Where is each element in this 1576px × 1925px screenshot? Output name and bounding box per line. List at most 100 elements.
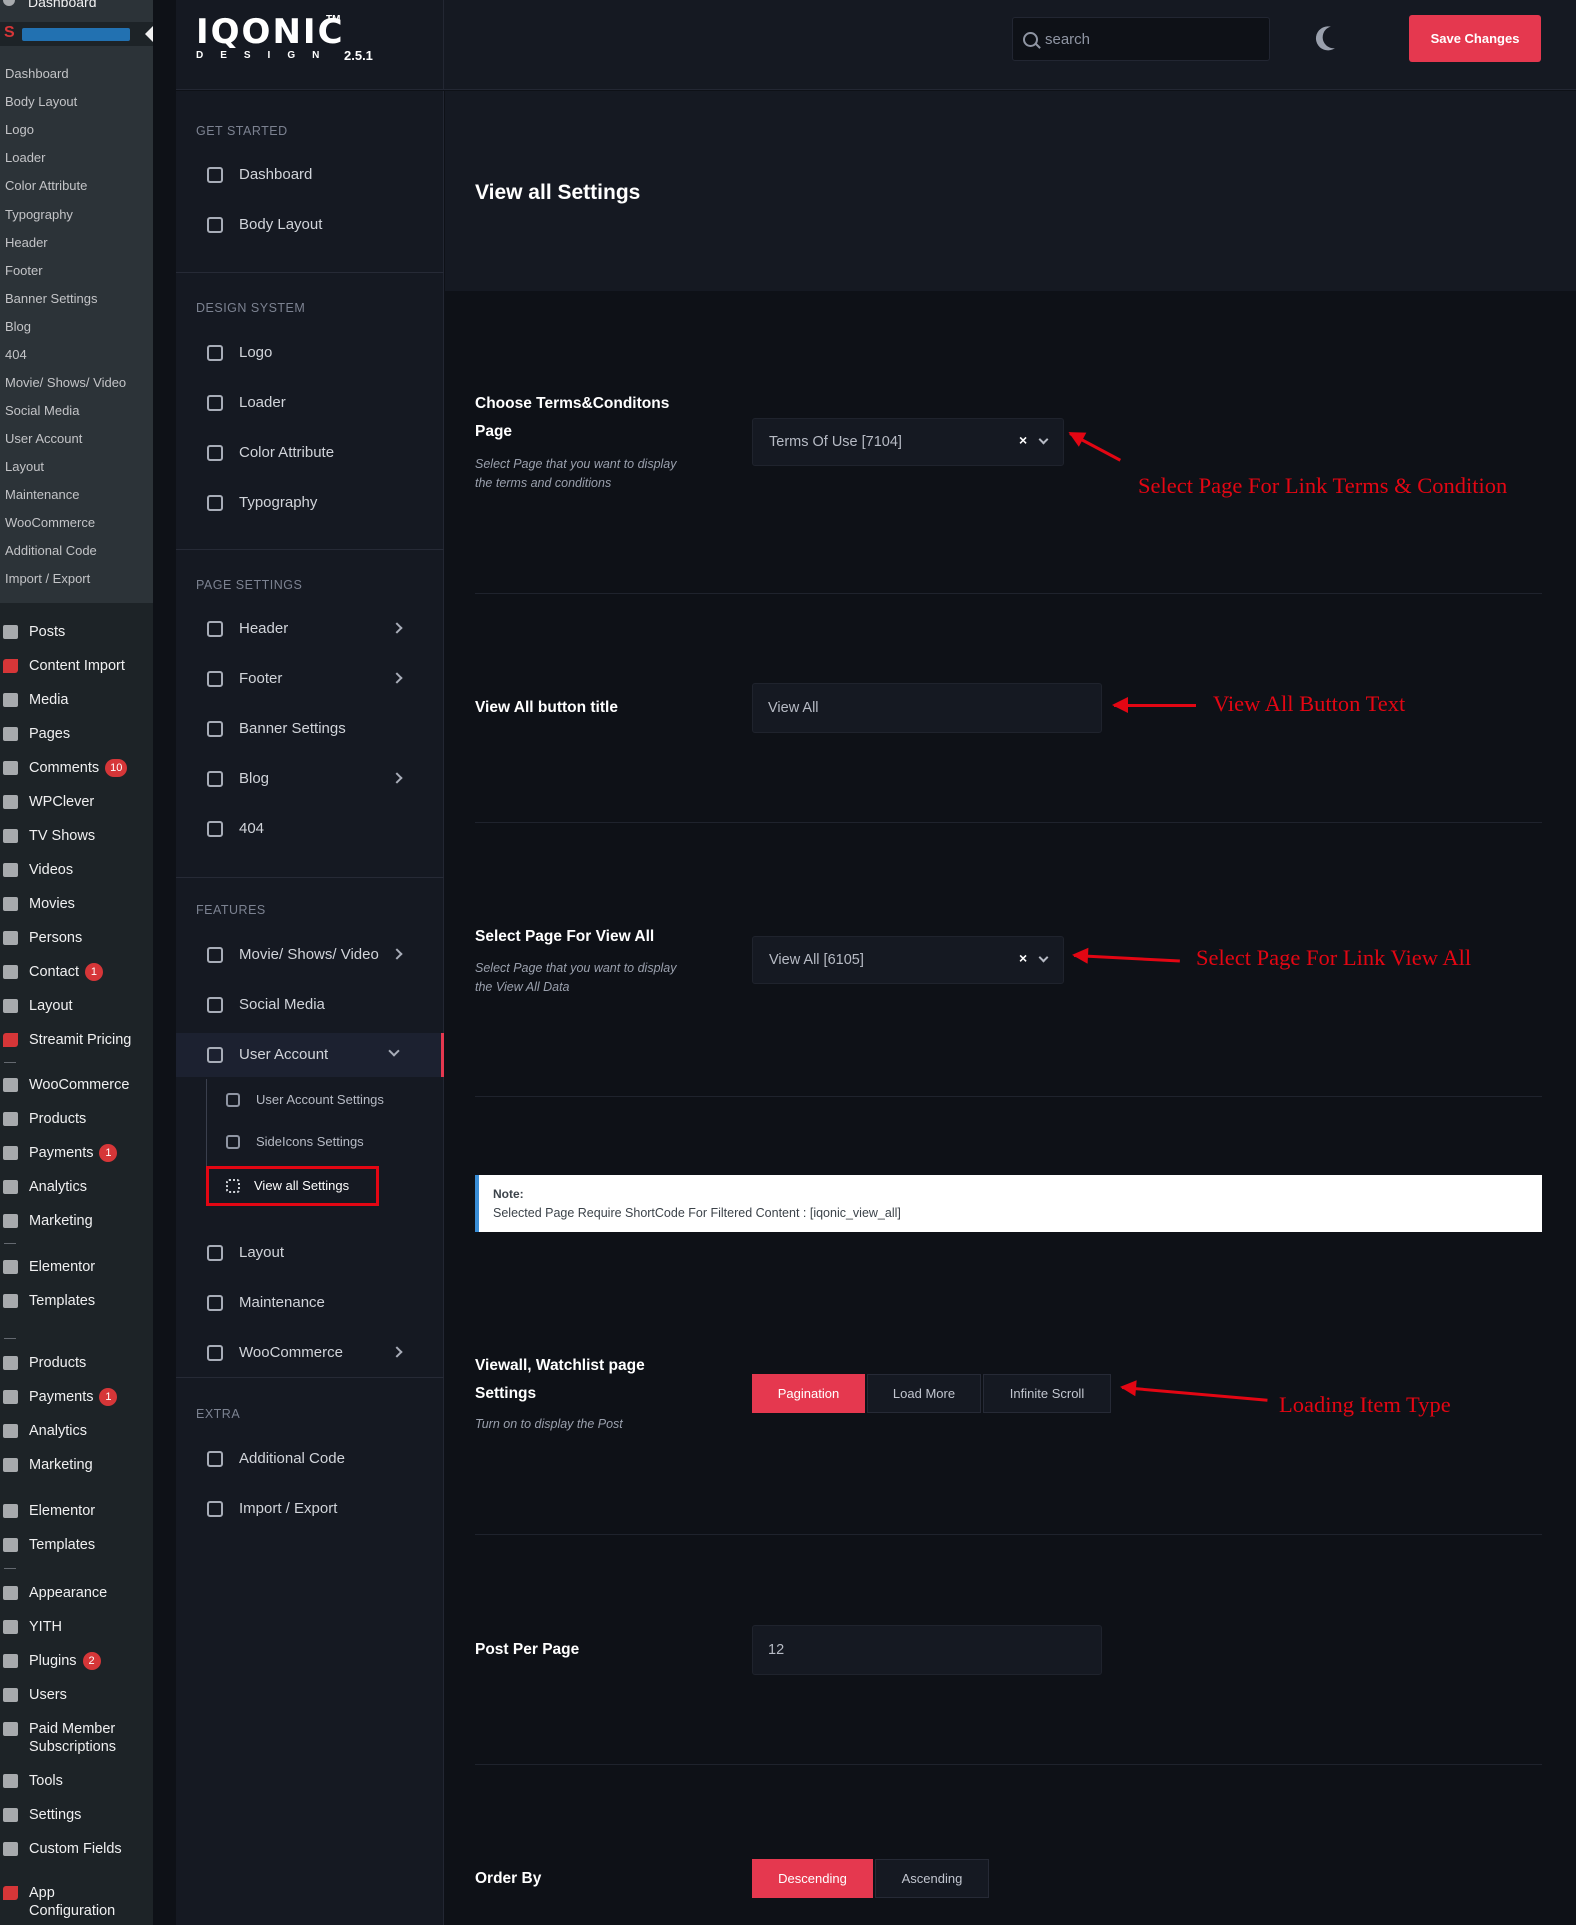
wp-menu-label-text: Subscriptions [29,1739,117,1755]
nav-item[interactable]: Typography [176,481,444,525]
wp-submenu-item[interactable]: Banner Settings [5,291,98,306]
wp-menu-label-text: Movies [29,896,75,912]
nav-section-title: EXTRA [196,1407,241,1421]
clear-icon[interactable]: × [1019,950,1027,966]
chevron-down-icon [388,1045,400,1057]
save-changes-button[interactable]: Save Changes [1409,15,1541,62]
chevron-down-icon[interactable] [1038,952,1049,963]
nav-section-title: FEATURES [196,903,266,917]
view-all-help-line2: the View All Data [475,980,570,994]
search-input[interactable] [1045,28,1255,50]
wp-submenu-item[interactable]: Color Attribute [5,178,87,193]
nav-item[interactable]: User Account [176,1033,444,1077]
view-all-title-input[interactable] [752,683,1102,733]
option-button[interactable]: Pagination [752,1374,865,1413]
layout-icon [3,999,18,1013]
count-badge: 10 [105,759,128,777]
nav-item[interactable]: Maintenance [176,1281,444,1325]
laptop-icon [207,671,223,687]
chevron-down-icon[interactable] [1038,434,1049,445]
nav-item[interactable]: Body Layout [176,203,444,247]
wp-submenu-item[interactable]: Maintenance [5,487,79,502]
wp-submenu-item[interactable]: Movie/ Shows/ Video [5,375,126,390]
nav-item[interactable]: WooCommerce [176,1331,444,1375]
nav-item[interactable]: Layout [176,1231,444,1275]
option-button[interactable]: Ascending [875,1859,989,1898]
search-box[interactable] [1012,17,1270,61]
wp-menu-label: Pages [29,725,70,743]
nav-item[interactable]: Social Media [176,983,444,1027]
wp-menu-label: Payments 1 [29,1144,118,1162]
wp-menu-label: Products [29,1354,86,1372]
font-icon [207,495,223,511]
option-button[interactable]: Infinite Scroll [983,1374,1111,1413]
wp-submenu-item[interactable]: Logo [5,122,34,137]
post-per-page-input[interactable] [752,1625,1102,1675]
wp-menu-label-text: Analytics [29,1179,88,1195]
wp-submenu-item[interactable]: WooCommerce [5,515,95,530]
option-button[interactable]: Descending [752,1859,873,1898]
wp-menu-separator [4,1243,16,1244]
nav-item-label: Logo [239,344,273,361]
nav-item[interactable]: Banner Settings [176,707,444,751]
nav-item[interactable]: Header [176,607,444,651]
nav-subitem[interactable]: View all Settings [206,1166,379,1206]
wp-menu-label: Posts [29,623,65,641]
wp-menu-label: Movies [29,895,75,913]
wp-menu-label: WooCommerce [29,1076,129,1094]
video-icon [3,863,18,877]
wp-submenu-item[interactable]: Blog [5,319,31,334]
nav-item-label: Banner Settings [239,720,346,737]
wp-submenu-item[interactable]: 404 [5,347,27,362]
nav-subitem[interactable]: User Account Settings [206,1083,406,1117]
page-title: View all Settings [475,181,641,204]
wp-submenu-item[interactable]: Additional Code [5,543,97,558]
clear-icon[interactable]: × [1019,432,1027,448]
nav-item[interactable]: Color Attribute [176,431,444,475]
dark-mode-toggle-icon[interactable] [1320,23,1348,51]
wp-submenu-item[interactable]: Loader [5,150,45,165]
wp-menu-label-text: Media [29,692,69,708]
nav-item[interactable]: Loader [176,381,444,425]
streamit-icon: S [4,24,15,41]
wp-submenu-item[interactable]: Layout [5,459,44,474]
wp-menu-dashboard[interactable]: Dashboard [28,0,97,10]
nav-item[interactable]: Blog [176,757,444,801]
terms-page-select[interactable]: Terms Of Use [7104] × [752,418,1064,466]
nav-item[interactable]: 404 [176,807,444,851]
wp-menu-label-text: Analytics [29,1423,88,1439]
bulb-icon [3,795,18,809]
view-all-page-select[interactable]: View All [6105] × [752,936,1064,984]
nav-item[interactable]: Movie/ Shows/ Video [176,933,444,977]
wp-submenu-item[interactable]: Typography [5,207,73,222]
nav-subitem[interactable]: SideIcons Settings [206,1125,406,1159]
wp-menu-label: Elementor [29,1502,95,1520]
nav-item[interactable]: Footer [176,657,444,701]
option-button[interactable]: Load More [867,1374,981,1413]
logo-trademark: TM [326,14,341,25]
wp-menu-label-text: Tools [29,1773,63,1789]
wp-menu-current-theme-options[interactable]: S [0,22,153,46]
minus-circle-icon [207,821,223,837]
wp-menu-label-text: Paid Member [29,1721,116,1737]
wp-menu-label-text: Products [29,1111,87,1127]
wp-submenu-item[interactable]: Header [5,235,48,250]
wp-submenu-item[interactable]: Import / Export [5,571,90,586]
nav-item[interactable]: Logo [176,331,444,375]
nav-item[interactable]: Import / Export [176,1487,444,1531]
plug-icon [3,1654,18,1668]
folder-icon [3,1538,18,1552]
wp-submenu-item[interactable]: Body Layout [5,94,77,109]
wp-submenu-item[interactable]: Social Media [5,403,79,418]
order-by-label: Order By [475,1870,542,1887]
nav-item[interactable]: Dashboard [176,153,444,197]
wp-menu-label-text: TV Shows [29,828,96,844]
wp-menu-label-text: Templates [29,1537,96,1553]
wp-submenu-item[interactable]: User Account [5,431,82,446]
users-icon [3,1688,18,1702]
nav-item[interactable]: Additional Code [176,1437,444,1481]
wp-submenu-item[interactable]: Dashboard [5,66,69,81]
nav-item-label: Header [239,620,289,637]
wp-menu-label: Contact 1 [29,963,103,981]
wp-submenu-item[interactable]: Footer [5,263,43,278]
